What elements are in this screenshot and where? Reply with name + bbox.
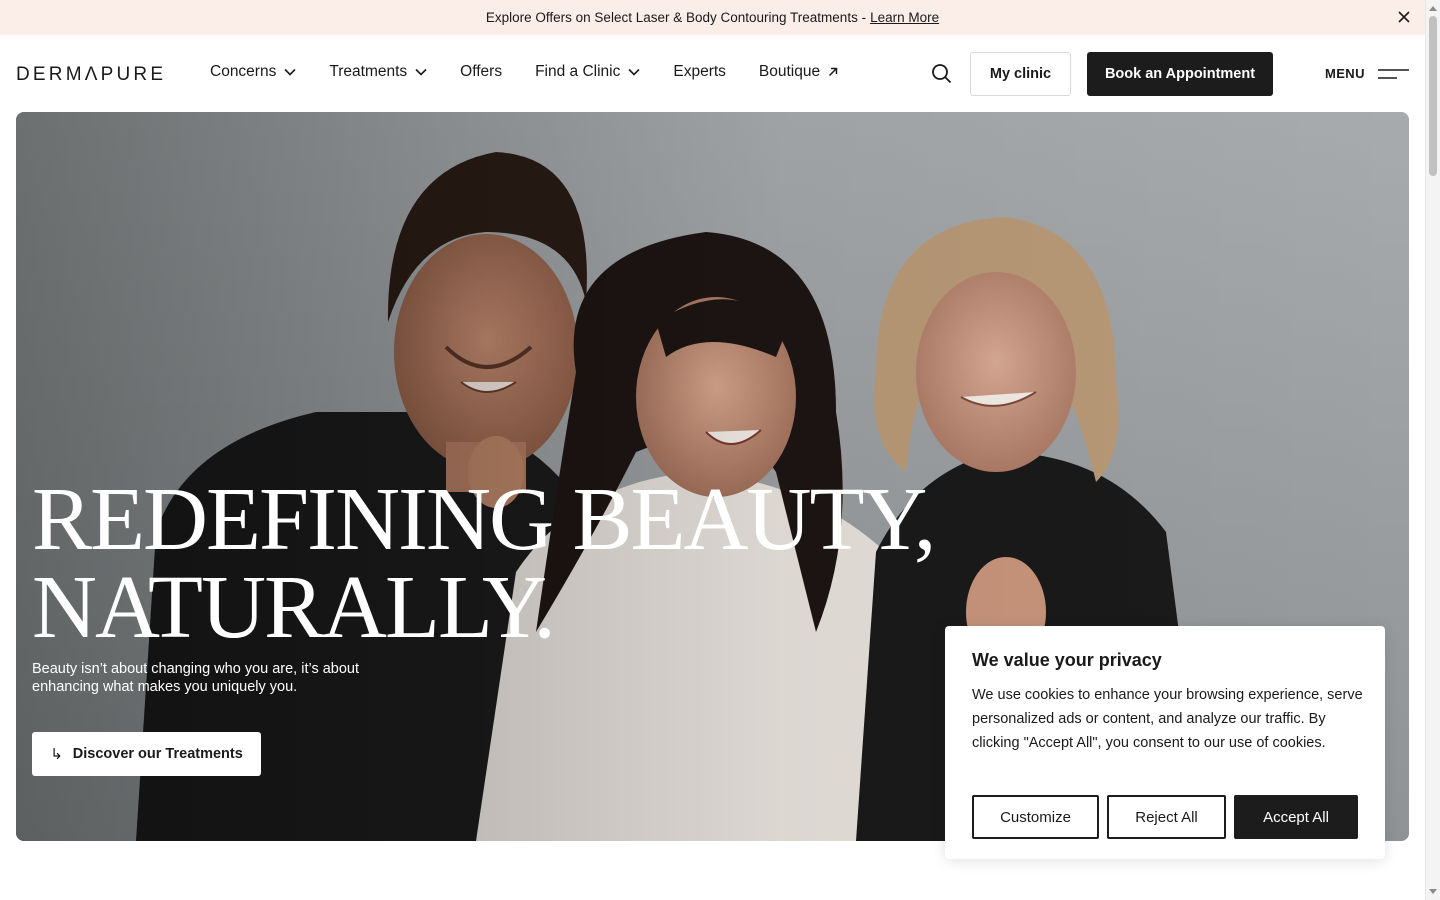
nav-label: Treatments [329,63,408,80]
cookie-title: We value your privacy [972,650,1162,670]
hero-title: REDEFINING BEAUTY, NATURALLY. [32,470,936,657]
hero-subtitle: Beauty isn’t about changing who you are,… [32,661,360,695]
nav-boutique[interactable]: Boutique [759,63,838,81]
book-appointment-button[interactable]: Book an Appointment [1087,52,1273,96]
chevron-down-icon [284,68,296,76]
nav-treatments[interactable]: Treatments [329,63,427,81]
customize-button[interactable]: Customize [972,795,1099,839]
external-arrow-icon [829,67,838,77]
nav-experts[interactable]: Experts [673,63,726,81]
my-clinic-button[interactable]: My clinic [970,52,1071,96]
nav-label: Find a Clinic [535,63,621,80]
scroll-up-arrow-icon[interactable] [1429,6,1437,11]
scrollbar-thumb[interactable] [1429,16,1437,176]
announcement-text: Explore Offers on Select Laser & Body Co… [485,10,867,25]
nav-label: Boutique [758,63,821,80]
logo[interactable]: DERMΛPURE [16,64,166,86]
menu-label: MENU [1325,66,1365,81]
announcement-bar: Explore Offers on Select Laser & Body Co… [0,0,1425,35]
close-icon[interactable] [1397,10,1411,24]
nav-label: Offers [460,63,503,80]
cookie-consent-dialog: We value your privacy We use cookies to … [945,626,1385,859]
cta-label: Discover our Treatments [72,746,243,762]
nav-label: Concerns [210,63,277,80]
nav-offers[interactable]: Offers [460,63,502,81]
hero-title-line-1: REDEFINING BEAUTY, [32,470,936,569]
reject-all-button[interactable]: Reject All [1107,795,1226,839]
discover-treatments-button[interactable]: ↳ Discover our Treatments [32,732,261,776]
nav-find-a-clinic[interactable]: Find a Clinic [535,63,640,81]
nav-concerns[interactable]: Concerns [210,63,296,81]
accept-all-button[interactable]: Accept All [1234,795,1358,839]
chevron-down-icon [628,68,640,76]
learn-more-link[interactable]: Learn More [870,10,939,25]
site-header: DERMΛPURE Concerns Treatments Offers Fin… [0,35,1425,112]
nav-label: Experts [673,63,726,80]
search-icon[interactable] [931,63,952,84]
hamburger-icon [1377,68,1409,79]
page-scrollbar[interactable] [1425,0,1440,900]
return-arrow-icon: ↳ [50,746,63,763]
main-nav: Concerns Treatments Offers Find a Clinic… [210,63,871,81]
scroll-down-arrow-icon[interactable] [1429,889,1437,894]
chevron-down-icon [415,68,427,76]
cookie-body: We use cookies to enhance your browsing … [972,687,1363,751]
hero-title-line-2: NATURALLY. [32,558,556,657]
menu-button[interactable]: MENU [1325,66,1410,81]
